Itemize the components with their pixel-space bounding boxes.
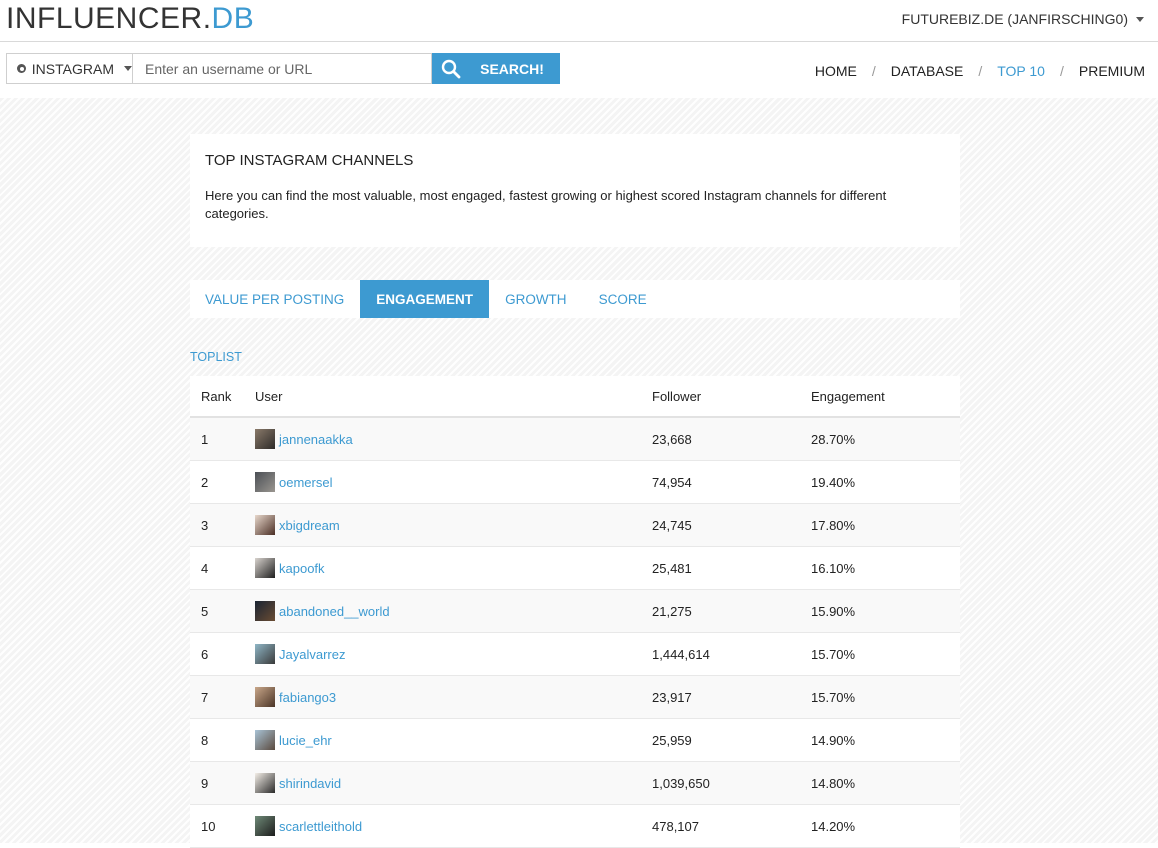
- follower-cell: 74,954: [652, 460, 811, 504]
- instagram-icon: [17, 64, 26, 73]
- search-button[interactable]: SEARCH!: [432, 53, 560, 84]
- avatar[interactable]: [255, 601, 275, 621]
- column-header-user: User: [255, 376, 652, 418]
- table-row: 6 Jayalvarrez 1,444,614 15.70%: [190, 632, 960, 676]
- follower-cell: 1,444,614: [652, 632, 811, 676]
- category-tabs: VALUE PER POSTING ENGAGEMENT GROWTH SCOR…: [190, 280, 960, 318]
- user-link[interactable]: shirindavid: [279, 776, 341, 791]
- user-link[interactable]: abandoned__world: [279, 604, 390, 619]
- nav-separator: /: [871, 63, 876, 79]
- table-row: 2 oemersel 74,954 19.40%: [190, 460, 960, 504]
- logo[interactable]: INFLUENCER.DB: [6, 2, 254, 36]
- logo-accent: DB: [211, 2, 255, 35]
- page-title: TOP INSTAGRAM CHANNELS: [205, 152, 414, 169]
- engagement-cell: 15.70%: [811, 632, 960, 676]
- engagement-cell: 17.80%: [811, 503, 960, 547]
- nav-premium[interactable]: PREMIUM: [1079, 63, 1145, 79]
- search-icon: [432, 59, 470, 79]
- user-link[interactable]: scarlettleithold: [279, 819, 362, 834]
- page-content: TOP INSTAGRAM CHANNELS Here you can find…: [0, 98, 1158, 848]
- search-button-label: SEARCH!: [480, 60, 544, 77]
- table-row: 4 kapoofk 25,481 16.10%: [190, 546, 960, 590]
- follower-cell: 24,745: [652, 503, 811, 547]
- top-header: INFLUENCER.DB FUTUREBIZ.DE (JANFIRSCHING…: [0, 0, 1158, 42]
- nav-separator: /: [978, 63, 983, 79]
- user-link[interactable]: fabiango3: [279, 690, 336, 705]
- avatar[interactable]: [255, 687, 275, 707]
- rank-cell: 6: [190, 632, 255, 676]
- table-header-row: Rank User Follower Engagement: [190, 376, 960, 418]
- engagement-cell: 16.10%: [811, 546, 960, 590]
- avatar[interactable]: [255, 816, 275, 836]
- follower-cell: 1,039,650: [652, 761, 811, 805]
- intro-text: Here you can find the most valuable, mos…: [205, 188, 887, 221]
- tab-engagement[interactable]: ENGAGEMENT: [360, 280, 490, 318]
- engagement-cell: 15.70%: [811, 675, 960, 719]
- platform-select-label: INSTAGRAM: [31, 60, 114, 77]
- engagement-cell: 28.70%: [811, 417, 960, 461]
- search-input[interactable]: [133, 53, 432, 84]
- engagement-cell: 19.40%: [811, 460, 960, 504]
- engagement-cell: 14.20%: [811, 804, 960, 848]
- table-row: 9 shirindavid 1,039,650 14.80%: [190, 761, 960, 805]
- user-link[interactable]: lucie_ehr: [279, 733, 332, 748]
- logo-main: INFLUENCER.: [6, 2, 212, 35]
- rank-cell: 9: [190, 761, 255, 805]
- follower-cell: 23,668: [652, 417, 811, 461]
- column-header-engagement: Engagement: [811, 376, 960, 418]
- main-nav: HOME / DATABASE / TOP 10 / PREMIUM: [815, 63, 1145, 79]
- table-row: 1 jannenaakka 23,668 28.70%: [190, 417, 960, 461]
- nav-database[interactable]: DATABASE: [891, 63, 964, 79]
- rank-cell: 3: [190, 503, 255, 547]
- avatar[interactable]: [255, 730, 275, 750]
- follower-cell: 25,959: [652, 718, 811, 762]
- rank-cell: 7: [190, 675, 255, 719]
- follower-cell: 478,107: [652, 804, 811, 848]
- rank-cell: 10: [190, 804, 255, 848]
- column-header-rank: Rank: [190, 376, 255, 418]
- follower-cell: 25,481: [652, 546, 811, 590]
- rank-cell: 1: [190, 417, 255, 461]
- column-header-follower: Follower: [652, 376, 811, 418]
- tab-growth[interactable]: GROWTH: [489, 280, 583, 318]
- table-row: 8 lucie_ehr 25,959 14.90%: [190, 718, 960, 762]
- avatar[interactable]: [255, 429, 275, 449]
- intro-card: TOP INSTAGRAM CHANNELS Here you can find…: [190, 134, 960, 247]
- avatar[interactable]: [255, 558, 275, 578]
- user-link[interactable]: jannenaakka: [279, 432, 353, 447]
- chevron-down-icon: [124, 66, 132, 71]
- toplist-label: TOPLIST: [190, 350, 242, 364]
- table-row: 5 abandoned__world 21,275 15.90%: [190, 589, 960, 633]
- user-account-menu[interactable]: FUTUREBIZ.DE (JANFIRSCHING0): [902, 11, 1144, 27]
- follower-cell: 23,917: [652, 675, 811, 719]
- rank-cell: 2: [190, 460, 255, 504]
- engagement-cell: 15.90%: [811, 589, 960, 633]
- avatar[interactable]: [255, 773, 275, 793]
- tab-score[interactable]: SCORE: [583, 280, 663, 318]
- table-row: 10 scarlettleithold 478,107 14.20%: [190, 804, 960, 848]
- table-row: 7 fabiango3 23,917 15.70%: [190, 675, 960, 719]
- toplist-table: Rank User Follower Engagement 1 jannenaa…: [190, 376, 960, 848]
- nav-home[interactable]: HOME: [815, 63, 857, 79]
- engagement-cell: 14.80%: [811, 761, 960, 805]
- avatar[interactable]: [255, 515, 275, 535]
- avatar[interactable]: [255, 472, 275, 492]
- chevron-down-icon: [1136, 16, 1144, 22]
- user-link[interactable]: kapoofk: [279, 561, 325, 576]
- user-link[interactable]: Jayalvarrez: [279, 647, 345, 662]
- nav-top10[interactable]: TOP 10: [997, 63, 1045, 79]
- tab-value-per-posting[interactable]: VALUE PER POSTING: [190, 280, 360, 318]
- follower-cell: 21,275: [652, 589, 811, 633]
- rank-cell: 5: [190, 589, 255, 633]
- rank-cell: 4: [190, 546, 255, 590]
- user-link[interactable]: xbigdream: [279, 518, 340, 533]
- avatar[interactable]: [255, 644, 275, 664]
- platform-select[interactable]: INSTAGRAM: [6, 53, 133, 84]
- user-account-name: FUTUREBIZ.DE (JANFIRSCHING0): [901, 11, 1128, 27]
- rank-cell: 8: [190, 718, 255, 762]
- table-row: 3 xbigdream 24,745 17.80%: [190, 503, 960, 547]
- nav-separator: /: [1059, 63, 1064, 79]
- engagement-cell: 14.90%: [811, 718, 960, 762]
- user-link[interactable]: oemersel: [279, 475, 332, 490]
